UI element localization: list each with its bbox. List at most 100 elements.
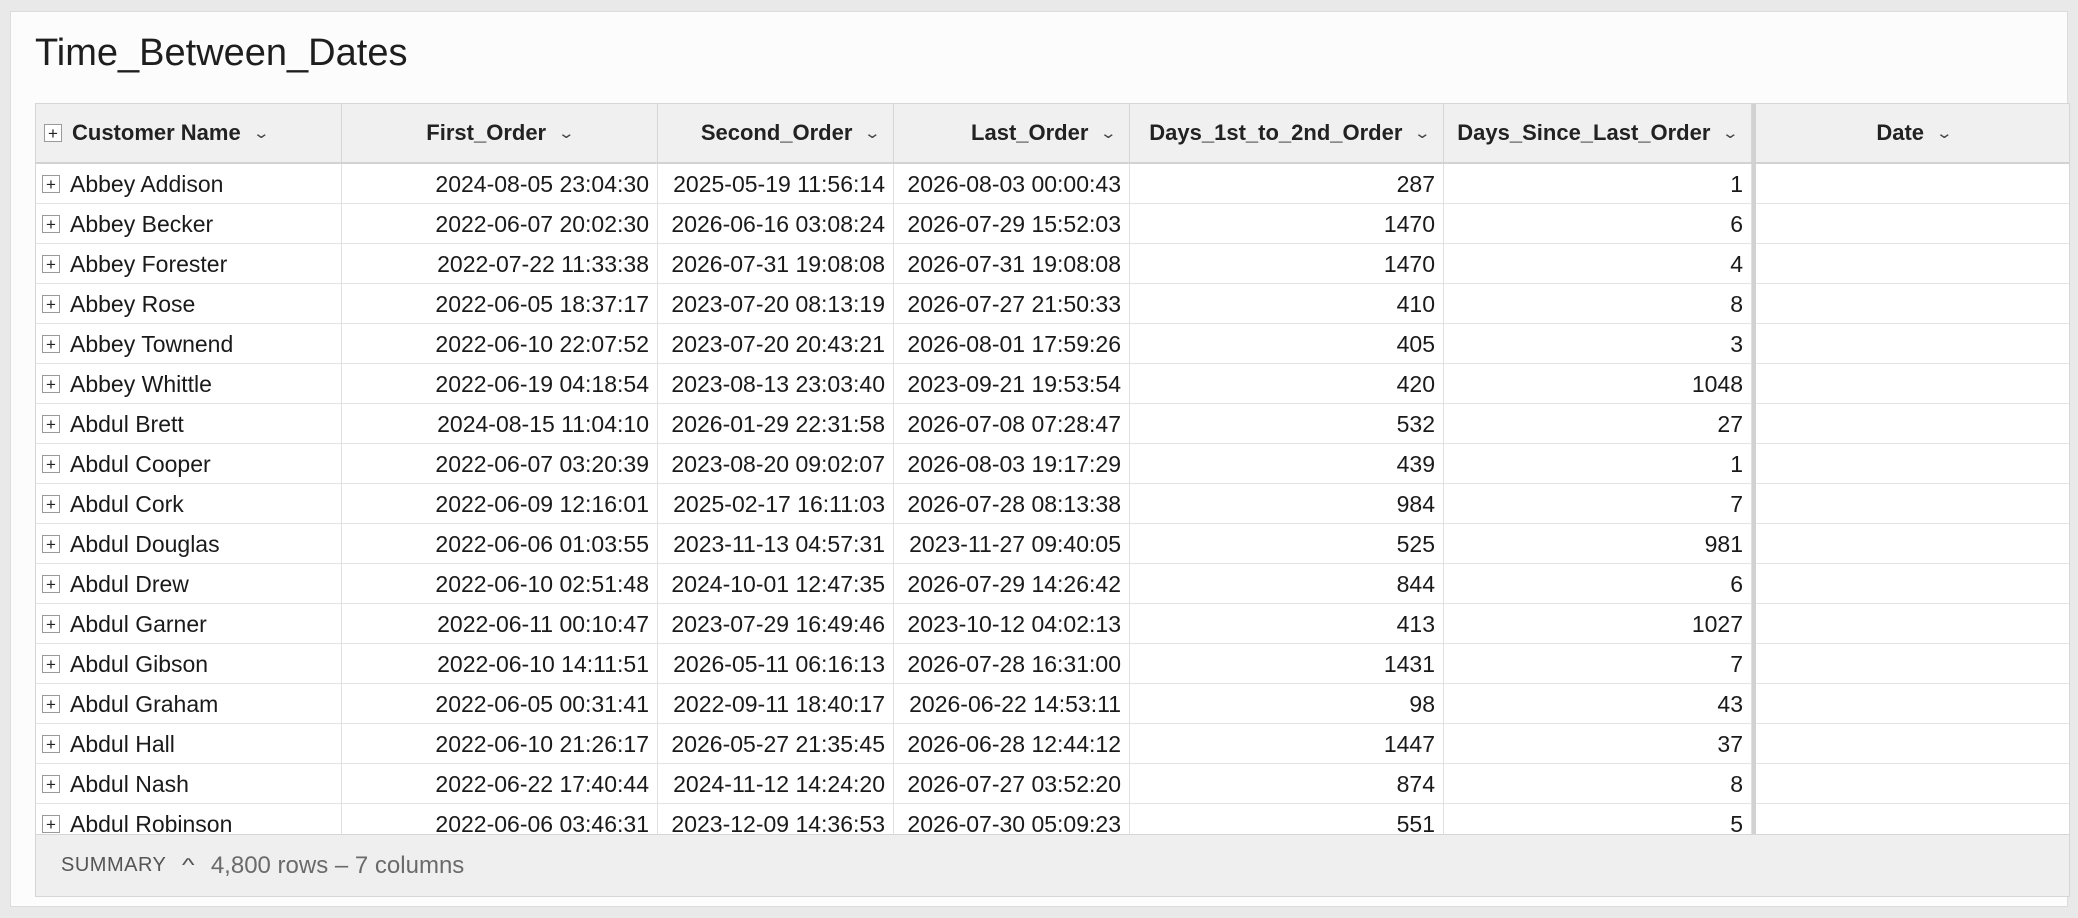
cell-first-order[interactable]: 2022-07-22 11:33:38 bbox=[342, 244, 658, 284]
cell-days-1st-to-2nd[interactable]: 551 bbox=[1130, 804, 1444, 834]
cell-last-order[interactable]: 2023-09-21 19:53:54 bbox=[894, 364, 1130, 404]
column-header-days-since-last[interactable]: Days_Since_Last_Order ⌄ bbox=[1444, 104, 1752, 162]
cell-days-since-last[interactable]: 27 bbox=[1444, 404, 1752, 444]
cell-last-order[interactable]: 2026-06-22 14:53:11 bbox=[894, 684, 1130, 724]
cell-customer-name[interactable]: + Abbey Addison bbox=[36, 164, 342, 204]
chevron-down-icon[interactable]: ⌄ bbox=[558, 124, 576, 142]
expand-row-icon[interactable]: + bbox=[42, 415, 60, 433]
chevron-down-icon[interactable]: ⌄ bbox=[1414, 124, 1432, 142]
cell-last-order[interactable]: 2026-07-28 16:31:00 bbox=[894, 644, 1130, 684]
table-row[interactable]: + Abbey Whittle 2022-06-19 04:18:54 2023-08… bbox=[36, 364, 2069, 404]
table-row[interactable]: + Abdul Robinson 2022-06-06 03:46:31 2023-1… bbox=[36, 804, 2069, 834]
cell-customer-name[interactable]: + Abdul Gibson bbox=[36, 644, 342, 684]
cell-days-1st-to-2nd[interactable]: 1470 bbox=[1130, 204, 1444, 244]
column-header-second-order[interactable]: Second_Order ⌄ bbox=[658, 104, 894, 162]
cell-date[interactable] bbox=[1756, 644, 2069, 684]
table-row[interactable]: + Abdul Hall 2022-06-10 21:26:17 2026-05-27… bbox=[36, 724, 2069, 764]
expand-row-icon[interactable]: + bbox=[42, 775, 60, 793]
cell-days-1st-to-2nd[interactable]: 1431 bbox=[1130, 644, 1444, 684]
cell-second-order[interactable]: 2023-07-20 20:43:21 bbox=[658, 324, 894, 364]
cell-days-1st-to-2nd[interactable]: 413 bbox=[1130, 604, 1444, 644]
chevron-up-icon[interactable]: ^ bbox=[182, 855, 195, 876]
cell-last-order[interactable]: 2026-08-03 19:17:29 bbox=[894, 444, 1130, 484]
chevron-down-icon[interactable]: ⌄ bbox=[1936, 124, 1954, 142]
cell-days-since-last[interactable]: 6 bbox=[1444, 564, 1752, 604]
column-header-date[interactable]: Date ⌄ bbox=[1756, 104, 2069, 162]
cell-days-1st-to-2nd[interactable]: 287 bbox=[1130, 164, 1444, 204]
cell-days-1st-to-2nd[interactable]: 410 bbox=[1130, 284, 1444, 324]
cell-date[interactable] bbox=[1756, 404, 2069, 444]
cell-first-order[interactable]: 2022-06-07 20:02:30 bbox=[342, 204, 658, 244]
cell-days-1st-to-2nd[interactable]: 532 bbox=[1130, 404, 1444, 444]
cell-customer-name[interactable]: + Abbey Townend bbox=[36, 324, 342, 364]
table-row[interactable]: + Abdul Graham 2022-06-05 00:31:41 2022-09-… bbox=[36, 684, 2069, 724]
cell-date[interactable] bbox=[1756, 284, 2069, 324]
cell-last-order[interactable]: 2026-07-29 15:52:03 bbox=[894, 204, 1130, 244]
chevron-down-icon[interactable]: ⌄ bbox=[252, 124, 270, 142]
column-header-last-order[interactable]: Last_Order ⌄ bbox=[894, 104, 1130, 162]
frozen-column-divider[interactable] bbox=[1752, 104, 1756, 834]
cell-date[interactable] bbox=[1756, 484, 2069, 524]
cell-last-order[interactable]: 2026-07-27 21:50:33 bbox=[894, 284, 1130, 324]
chevron-down-icon[interactable]: ⌄ bbox=[1100, 124, 1118, 142]
cell-second-order[interactable]: 2026-06-16 03:08:24 bbox=[658, 204, 894, 244]
cell-date[interactable] bbox=[1756, 164, 2069, 204]
expand-row-icon[interactable]: + bbox=[42, 535, 60, 553]
cell-days-since-last[interactable]: 3 bbox=[1444, 324, 1752, 364]
cell-second-order[interactable]: 2023-07-20 08:13:19 bbox=[658, 284, 894, 324]
cell-second-order[interactable]: 2023-08-20 09:02:07 bbox=[658, 444, 894, 484]
cell-second-order[interactable]: 2022-09-11 18:40:17 bbox=[658, 684, 894, 724]
table-row[interactable]: + Abbey Rose 2022-06-05 18:37:17 2023-07-20… bbox=[36, 284, 2069, 324]
cell-second-order[interactable]: 2026-01-29 22:31:58 bbox=[658, 404, 894, 444]
cell-second-order[interactable]: 2026-05-27 21:35:45 bbox=[658, 724, 894, 764]
expand-row-icon[interactable]: + bbox=[42, 175, 60, 193]
cell-last-order[interactable]: 2026-08-01 17:59:26 bbox=[894, 324, 1130, 364]
cell-first-order[interactable]: 2022-06-05 18:37:17 bbox=[342, 284, 658, 324]
cell-date[interactable] bbox=[1756, 324, 2069, 364]
cell-customer-name[interactable]: + Abdul Graham bbox=[36, 684, 342, 724]
cell-days-1st-to-2nd[interactable]: 420 bbox=[1130, 364, 1444, 404]
cell-days-1st-to-2nd[interactable]: 1447 bbox=[1130, 724, 1444, 764]
expand-row-icon[interactable]: + bbox=[42, 335, 60, 353]
cell-date[interactable] bbox=[1756, 804, 2069, 834]
expand-row-icon[interactable]: + bbox=[42, 215, 60, 233]
cell-last-order[interactable]: 2026-08-03 00:00:43 bbox=[894, 164, 1130, 204]
chevron-down-icon[interactable]: ⌄ bbox=[1722, 124, 1740, 142]
table-row[interactable]: + Abdul Douglas 2022-06-06 01:03:55 2023-11… bbox=[36, 524, 2069, 564]
cell-days-since-last[interactable]: 6 bbox=[1444, 204, 1752, 244]
column-header-days-1st-to-2nd[interactable]: Days_1st_to_2nd_Order ⌄ bbox=[1130, 104, 1444, 162]
cell-last-order[interactable]: 2026-06-28 12:44:12 bbox=[894, 724, 1130, 764]
table-row[interactable]: + Abbey Becker 2022-06-07 20:02:30 2026-06-… bbox=[36, 204, 2069, 244]
table-row[interactable]: + Abdul Garner 2022-06-11 00:10:47 2023-07-… bbox=[36, 604, 2069, 644]
cell-first-order[interactable]: 2024-08-05 23:04:30 bbox=[342, 164, 658, 204]
cell-last-order[interactable]: 2023-11-27 09:40:05 bbox=[894, 524, 1130, 564]
cell-days-1st-to-2nd[interactable]: 984 bbox=[1130, 484, 1444, 524]
cell-days-since-last[interactable]: 981 bbox=[1444, 524, 1752, 564]
table-row[interactable]: + Abdul Drew 2022-06-10 02:51:48 2024-10-01… bbox=[36, 564, 2069, 604]
cell-days-since-last[interactable]: 8 bbox=[1444, 284, 1752, 324]
column-header-customer-name[interactable]: + Customer Name ⌄ bbox=[36, 104, 342, 162]
cell-customer-name[interactable]: + Abdul Brett bbox=[36, 404, 342, 444]
cell-second-order[interactable]: 2024-11-12 14:24:20 bbox=[658, 764, 894, 804]
cell-second-order[interactable]: 2025-05-19 11:56:14 bbox=[658, 164, 894, 204]
cell-last-order[interactable]: 2026-07-29 14:26:42 bbox=[894, 564, 1130, 604]
cell-days-since-last[interactable]: 8 bbox=[1444, 764, 1752, 804]
cell-days-1st-to-2nd[interactable]: 1470 bbox=[1130, 244, 1444, 284]
cell-customer-name[interactable]: + Abdul Robinson bbox=[36, 804, 342, 834]
cell-first-order[interactable]: 2022-06-11 00:10:47 bbox=[342, 604, 658, 644]
expand-row-icon[interactable]: + bbox=[42, 495, 60, 513]
cell-date[interactable] bbox=[1756, 524, 2069, 564]
cell-customer-name[interactable]: + Abdul Drew bbox=[36, 564, 342, 604]
cell-customer-name[interactable]: + Abdul Cork bbox=[36, 484, 342, 524]
cell-days-since-last[interactable]: 1 bbox=[1444, 164, 1752, 204]
table-row[interactable]: + Abbey Addison 2024-08-05 23:04:30 2025-05… bbox=[36, 164, 2069, 204]
cell-first-order[interactable]: 2022-06-19 04:18:54 bbox=[342, 364, 658, 404]
cell-second-order[interactable]: 2025-02-17 16:11:03 bbox=[658, 484, 894, 524]
cell-date[interactable] bbox=[1756, 564, 2069, 604]
cell-days-since-last[interactable]: 43 bbox=[1444, 684, 1752, 724]
cell-date[interactable] bbox=[1756, 724, 2069, 764]
cell-days-1st-to-2nd[interactable]: 525 bbox=[1130, 524, 1444, 564]
cell-first-order[interactable]: 2022-06-10 21:26:17 bbox=[342, 724, 658, 764]
cell-first-order[interactable]: 2024-08-15 11:04:10 bbox=[342, 404, 658, 444]
cell-last-order[interactable]: 2026-07-27 03:52:20 bbox=[894, 764, 1130, 804]
